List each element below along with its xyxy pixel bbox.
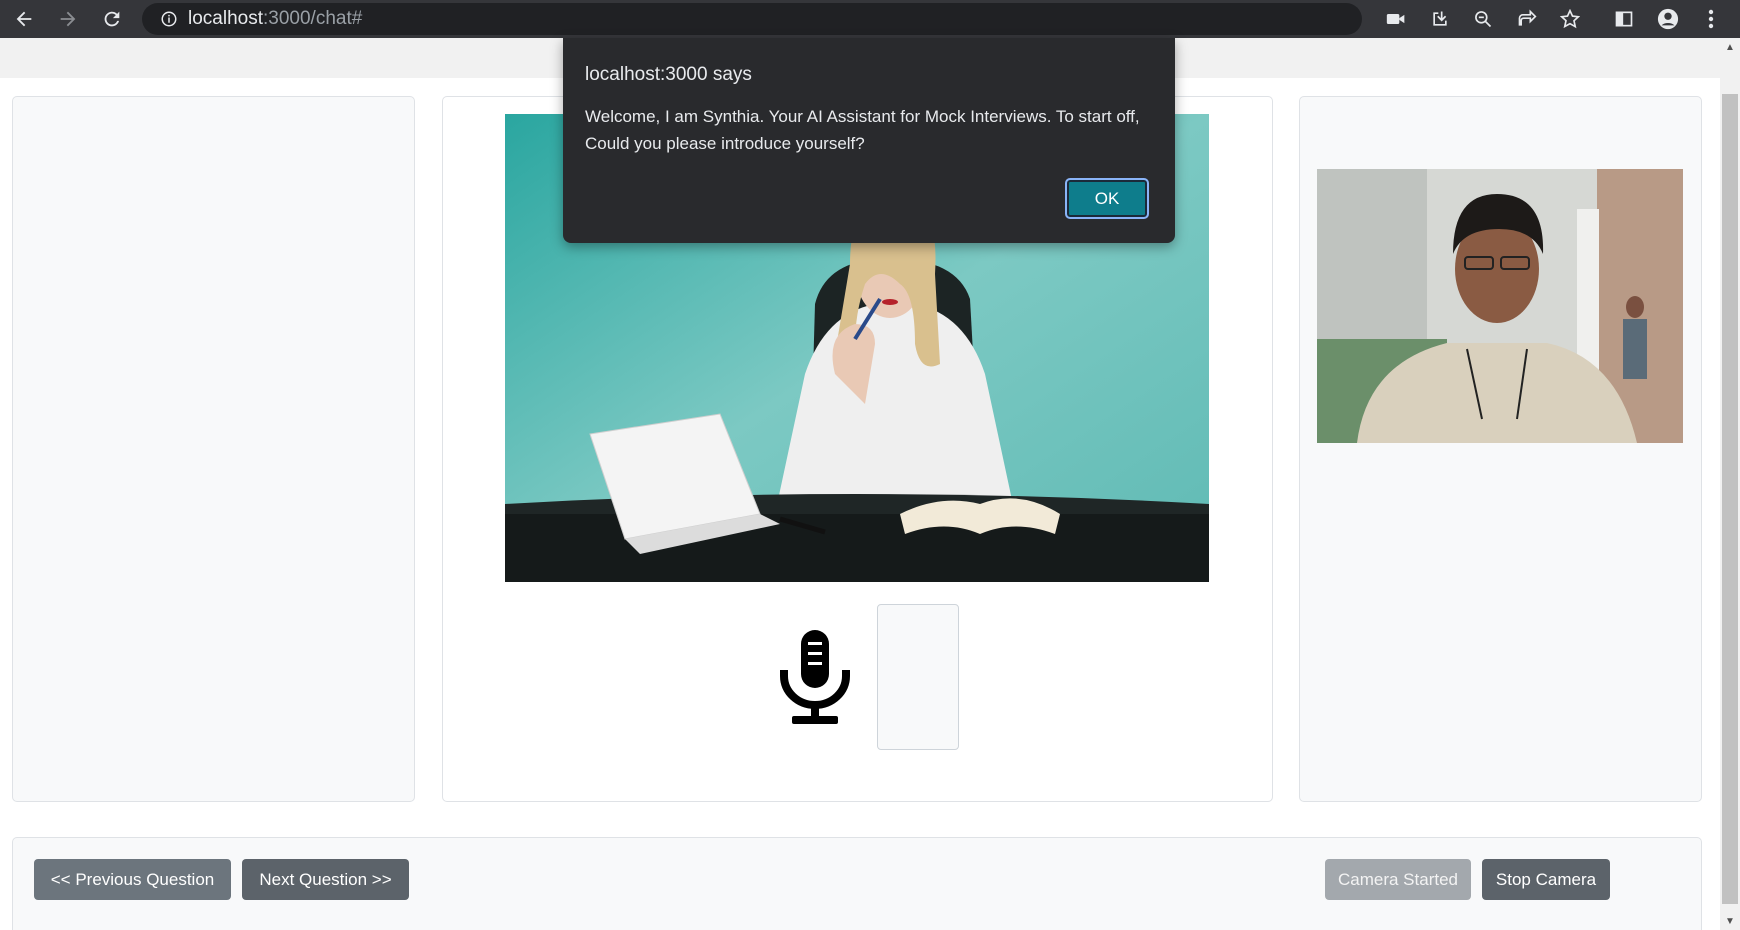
microphone-icon[interactable] <box>780 630 850 726</box>
scroll-down-icon[interactable]: ▼ <box>1720 912 1740 930</box>
left-panel <box>12 96 415 802</box>
dialog-title: localhost:3000 says <box>585 64 752 85</box>
reload-icon[interactable] <box>98 5 126 33</box>
url-host: localhost <box>188 8 263 29</box>
ok-button[interactable]: OK <box>1065 178 1149 219</box>
webcam-feed <box>1317 169 1683 443</box>
zoom-icon[interactable] <box>1469 5 1497 33</box>
alert-dialog: localhost:3000 says Welcome, I am Synthi… <box>563 38 1175 243</box>
forward-icon[interactable] <box>54 5 82 33</box>
side-panel-icon[interactable] <box>1610 5 1638 33</box>
next-question-button[interactable]: Next Question >> <box>242 859 409 900</box>
browser-toolbar: localhost:3000/chat# <box>0 0 1740 38</box>
stop-camera-button[interactable]: Stop Camera <box>1482 859 1610 900</box>
url-text: localhost:3000/chat# <box>188 8 362 30</box>
profile-icon[interactable] <box>1654 5 1682 33</box>
menu-kebab-icon[interactable] <box>1697 5 1725 33</box>
page-scrollbar[interactable]: ▲ ▼ <box>1720 38 1740 930</box>
address-bar[interactable]: localhost:3000/chat# <box>142 3 1362 35</box>
camera-in-use-icon[interactable] <box>1382 5 1410 33</box>
back-icon[interactable] <box>10 5 38 33</box>
camera-started-button[interactable]: Camera Started <box>1325 859 1471 900</box>
scroll-thumb[interactable] <box>1722 94 1738 904</box>
site-info-icon[interactable] <box>154 10 184 28</box>
install-app-icon[interactable] <box>1426 5 1454 33</box>
bookmark-star-icon[interactable] <box>1556 5 1584 33</box>
previous-question-button[interactable]: << Previous Question <box>34 859 231 900</box>
url-path: :3000/chat# <box>263 8 363 29</box>
share-icon[interactable] <box>1513 5 1541 33</box>
transcript-box <box>877 604 959 750</box>
dialog-message: Welcome, I am Synthia. Your AI Assistant… <box>585 107 1140 153</box>
scroll-up-icon[interactable]: ▲ <box>1720 38 1740 56</box>
